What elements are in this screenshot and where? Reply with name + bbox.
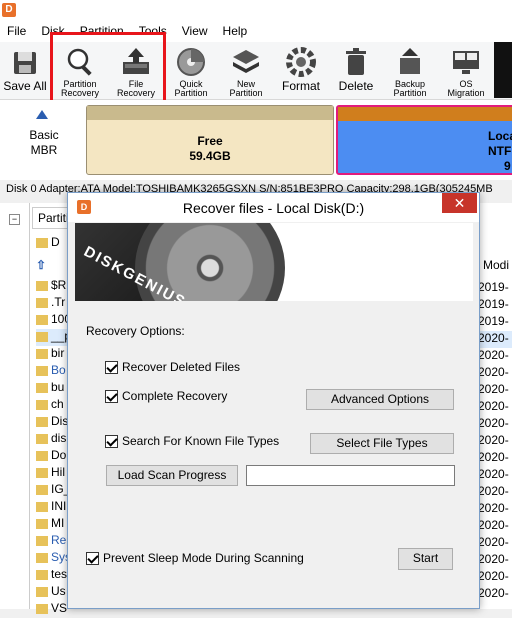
format-button[interactable]: Format	[280, 44, 322, 98]
date-cell: 2020-	[478, 416, 509, 430]
search-known-types-checkbox[interactable]: Search For Known File Types	[105, 434, 279, 448]
local-fs: NTF	[488, 144, 512, 158]
checkbox-checked-icon	[86, 551, 99, 565]
select-file-types-button[interactable]: Select File Types	[310, 433, 454, 454]
date-cell: 2020-	[478, 484, 509, 498]
toolbar-dark-panel	[494, 42, 512, 98]
folder-icon	[36, 314, 48, 325]
folder-icon	[36, 382, 48, 393]
date-cell: 2020-	[478, 535, 509, 549]
start-button[interactable]: Start	[398, 548, 453, 570]
trash-icon	[346, 48, 366, 75]
date-cell: 2020-	[478, 348, 509, 362]
folder-icon	[36, 416, 48, 427]
date-cell: 2020-	[478, 552, 509, 566]
free-space-block[interactable]: Free 59.4GB	[86, 105, 334, 175]
save-all-button[interactable]: Save All	[2, 44, 48, 98]
load-scan-progress-button[interactable]: Load Scan Progress	[106, 465, 238, 486]
date-cell: 2020-	[478, 433, 509, 447]
arrow-up-icon[interactable]	[36, 110, 48, 119]
dialog-body: Recovery Options: Recover Deleted Files …	[75, 303, 473, 601]
recovery-options-label: Recovery Options:	[86, 324, 185, 338]
menu-view[interactable]: View	[175, 22, 216, 42]
folder-icon	[36, 535, 48, 546]
checkbox-checked-icon	[105, 360, 118, 374]
date-cell: 2020-	[478, 518, 509, 532]
free-space-bar	[87, 106, 333, 120]
prevent-sleep-checkbox[interactable]: Prevent Sleep Mode During Scanning	[86, 551, 304, 565]
date-cell: 2019-	[478, 314, 509, 328]
folder-icon	[36, 552, 48, 563]
highlight-box	[50, 32, 166, 103]
folder-icon	[36, 280, 48, 291]
dialog-title: Recover files - Local Disk(D:)	[182, 200, 365, 216]
disk-type-label: Basic MBR	[29, 128, 59, 157]
recover-files-dialog: D Recover files - Local Disk(D:) ✕ DISKG…	[67, 192, 480, 609]
os-migration-button[interactable]: OS Migration	[441, 44, 491, 98]
date-cell: 2020-	[478, 569, 509, 583]
folder-icon	[36, 399, 48, 410]
date-cell: 2019-	[478, 280, 509, 294]
date-cell: 2020-	[478, 467, 509, 481]
folder-icon	[36, 586, 48, 597]
tree-collapse-toggle[interactable]: −	[9, 214, 20, 225]
backup-icon	[400, 48, 420, 74]
date-cell: 2020-	[478, 399, 509, 413]
format-gear-icon	[286, 47, 316, 77]
disk-platter-icon	[177, 48, 205, 76]
free-size: 59.4GB	[189, 149, 231, 163]
up-level-icon: ⇧	[36, 258, 47, 272]
folder-icon	[36, 467, 48, 478]
folder-icon	[36, 518, 48, 529]
folder-icon	[36, 331, 48, 342]
backup-partition-button[interactable]: Backup Partition	[389, 44, 431, 98]
folder-icon	[36, 348, 48, 359]
folder-icon	[36, 450, 48, 461]
date-cell: 2020-	[478, 501, 509, 515]
dialog-banner: DISKGENIUS	[75, 223, 473, 301]
advanced-options-button[interactable]: Advanced Options	[306, 389, 454, 410]
folder-icon	[36, 433, 48, 444]
recover-deleted-checkbox[interactable]: Recover Deleted Files	[105, 360, 240, 374]
close-button[interactable]: ✕	[442, 193, 477, 213]
checkbox-checked-icon	[105, 434, 118, 448]
folder-icon	[36, 569, 48, 580]
complete-recovery-checkbox[interactable]: Complete Recovery	[105, 389, 227, 403]
folder-icon	[36, 237, 48, 248]
menu-help[interactable]: Help	[216, 22, 256, 42]
app-titlebar: D	[0, 0, 512, 22]
checkbox-checked-icon	[105, 389, 118, 403]
local-disk-partition-block[interactable]: Loca NTF 9	[336, 105, 512, 175]
date-cell: 2020-	[478, 382, 509, 396]
date-cell: 2020-	[478, 586, 509, 600]
date-cell: 2019-	[478, 297, 509, 311]
os-migration-icon	[453, 51, 479, 74]
free-label: Free	[197, 134, 223, 148]
folder-icon	[36, 484, 48, 495]
date-cell: 2020-	[478, 365, 509, 379]
local-size: 9	[504, 159, 511, 173]
modified-column-header[interactable]: Modi	[478, 254, 512, 276]
folder-icon	[36, 501, 48, 512]
disk-map: Basic MBR Free 59.4GB Loca NTF 9	[0, 100, 512, 180]
menu-file[interactable]: File	[0, 22, 34, 42]
date-cell: 2020-	[478, 331, 512, 348]
delete-button[interactable]: Delete	[335, 44, 377, 98]
scan-progress-path-input[interactable]	[246, 465, 455, 486]
local-label: Loca	[488, 129, 512, 143]
save-icon	[14, 52, 36, 74]
dialog-titlebar[interactable]: D Recover files - Local Disk(D:) ✕	[68, 193, 479, 222]
layers-icon	[233, 50, 259, 73]
folder-icon	[36, 297, 48, 308]
app-logo-icon: D	[2, 3, 16, 17]
date-cell: 2020-	[478, 450, 509, 464]
new-partition-button[interactable]: New Partition	[225, 44, 267, 98]
quick-partition-button[interactable]: Quick Partition	[170, 44, 212, 98]
local-disk-usage-bar	[338, 107, 512, 121]
folder-icon	[36, 365, 48, 376]
tree-panel	[0, 203, 30, 609]
